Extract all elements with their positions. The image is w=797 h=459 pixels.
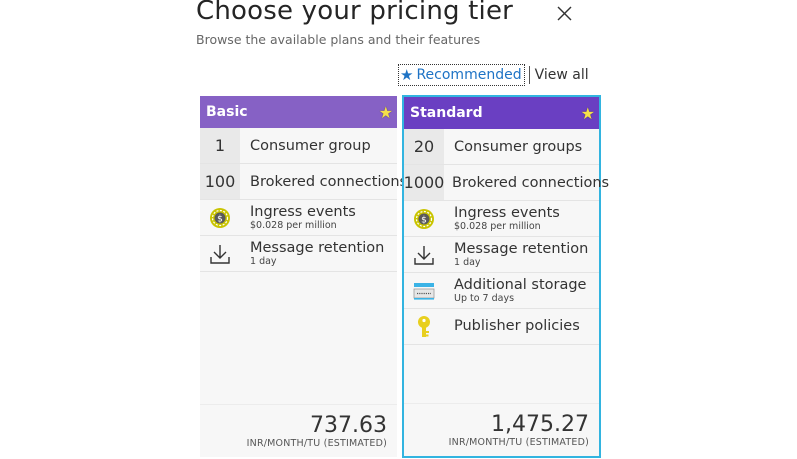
tier-card-standard[interactable]: Standard ★ 20 Consumer groups 1000 Broke… — [402, 95, 609, 458]
download-icon — [200, 243, 240, 265]
recommended-filter[interactable]: ★ Recommended — [398, 64, 525, 86]
price-unit: INR/MONTH/TU (ESTIMATED) — [246, 438, 387, 449]
tier-card-basic[interactable]: Basic ★ 1 Consumer group 100 Brokered co… — [200, 96, 407, 457]
tier-name: Basic — [206, 104, 248, 120]
feature-label: Ingress events — [454, 205, 560, 221]
tier-row-label: Consumer groups — [454, 138, 583, 155]
tier-header: Basic ★ — [200, 96, 397, 128]
tier-row: 100 Brokered connections — [200, 164, 407, 200]
price-amount: 737.63 — [310, 412, 387, 438]
tier-row: 1 Consumer group — [200, 128, 397, 164]
tier-row-value: 1000 — [404, 165, 444, 200]
feature-label: Additional storage — [454, 277, 587, 293]
tier-row-label: Brokered connections — [452, 174, 610, 191]
coin-icon: $ — [404, 208, 444, 230]
recommended-star-icon: ★ — [378, 102, 393, 122]
feature-detail: $0.028 per million — [454, 220, 541, 232]
tier-feature: $ Ingress events $0.028 per million — [200, 200, 397, 236]
star-icon: ★ — [400, 66, 414, 84]
feature-label: Ingress events — [250, 204, 356, 220]
recommended-label: Recommended — [416, 67, 522, 83]
feature-label: Publisher policies — [454, 318, 580, 335]
tier-row-label: Consumer group — [250, 137, 371, 154]
tier-feature: Additional storage Up to 7 days — [404, 273, 599, 309]
tier-name: Standard — [410, 105, 483, 121]
svg-text:$: $ — [421, 215, 427, 225]
tier-row: 1000 Brokered connections — [404, 165, 609, 201]
recommended-star-icon: ★ — [580, 103, 595, 123]
svg-text:$: $ — [217, 214, 223, 224]
tier-row-value: 20 — [404, 129, 444, 164]
page-subtitle: Browse the available plans and their fea… — [196, 32, 481, 47]
coin-icon: $ — [200, 207, 240, 229]
view-all-filter[interactable]: View all — [535, 67, 589, 83]
price-amount: 1,475.27 — [491, 411, 589, 437]
tier-price: 1,475.27 INR/MONTH/TU (ESTIMATED) — [448, 411, 589, 448]
tier-feature: $ Ingress events $0.028 per million — [404, 201, 599, 237]
filter-divider — [528, 66, 530, 84]
close-button[interactable] — [555, 4, 575, 24]
download-icon — [404, 244, 444, 266]
close-icon — [557, 6, 572, 21]
feature-detail: $0.028 per million — [250, 219, 337, 231]
tier-row: 20 Consumer groups — [404, 129, 599, 165]
tier-feature: Message retention 1 day — [404, 237, 599, 273]
price-unit: INR/MONTH/TU (ESTIMATED) — [448, 437, 589, 448]
page-title: Choose your pricing tier — [196, 0, 514, 26]
tier-row-value: 1 — [200, 128, 240, 163]
tier-header: Standard ★ — [404, 97, 599, 129]
feature-detail: Up to 7 days — [454, 292, 515, 304]
tier-feature: Message retention 1 day — [200, 236, 397, 272]
feature-label: Message retention — [454, 241, 589, 257]
storage-icon — [404, 280, 444, 302]
feature-label: Message retention — [250, 240, 385, 256]
tier-price: 737.63 INR/MONTH/TU (ESTIMATED) — [246, 412, 387, 449]
tier-feature: Publisher policies — [404, 309, 599, 345]
feature-detail: 1 day — [454, 256, 481, 268]
feature-detail: 1 day — [250, 255, 277, 267]
tier-row-value: 100 — [200, 164, 240, 199]
tier-row-label: Brokered connections — [250, 173, 408, 190]
filter-bar: ★ Recommended View all — [398, 64, 589, 86]
key-icon — [404, 315, 444, 339]
